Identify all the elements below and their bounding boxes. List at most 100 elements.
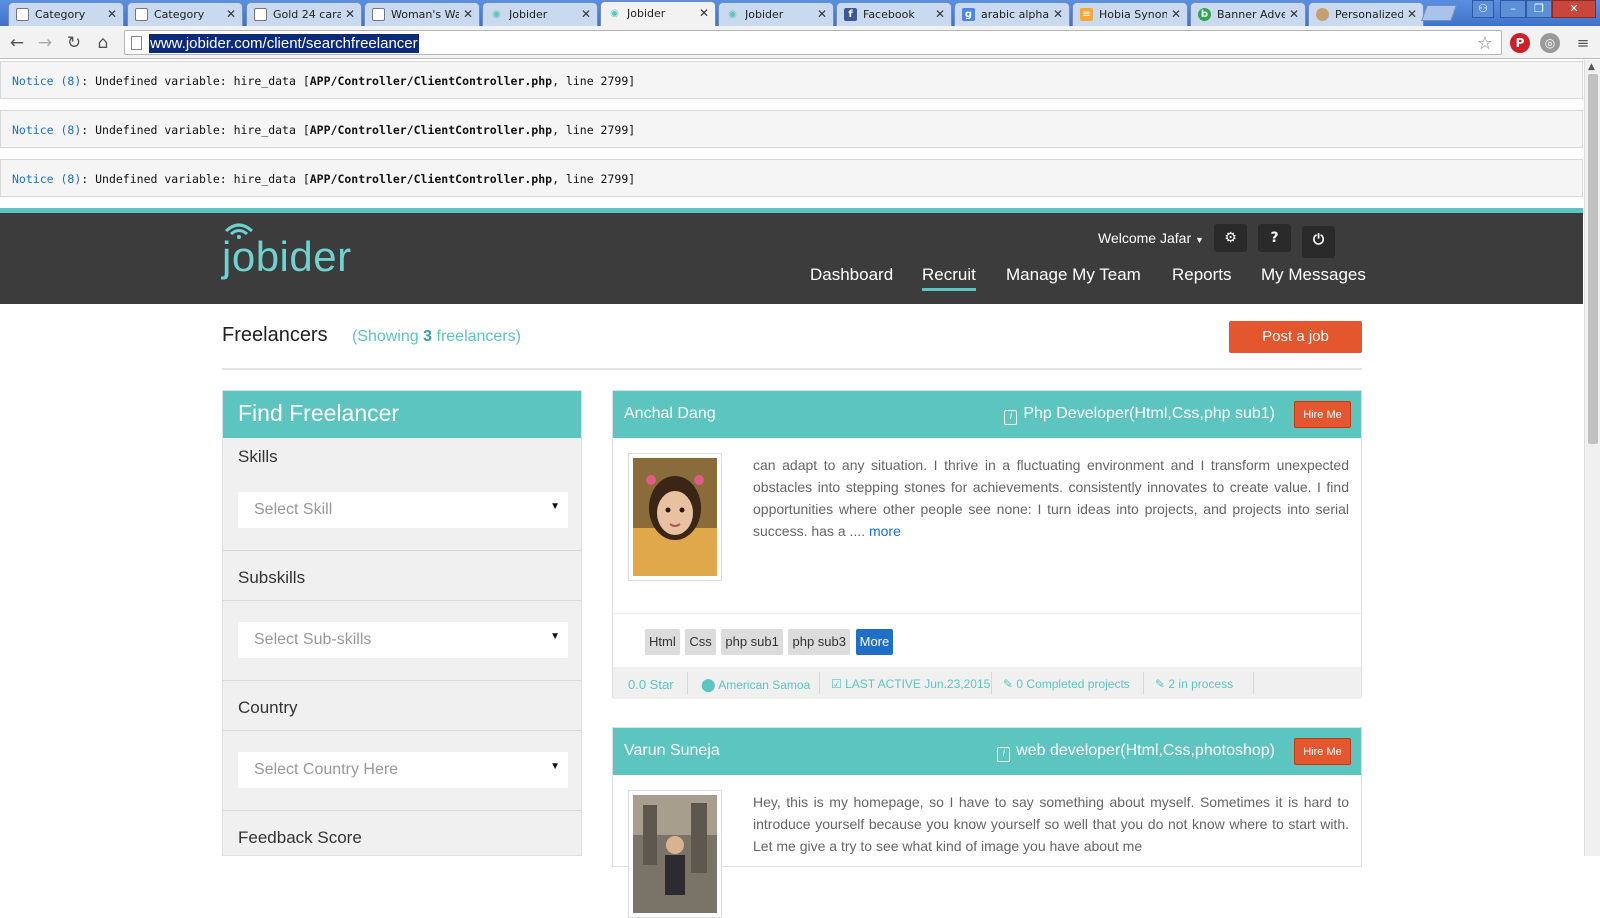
close-icon[interactable]: ✕ [1407,7,1417,21]
help-button[interactable]: ? [1258,224,1291,252]
skill-tag[interactable]: Html [645,629,680,655]
notice-file: APP/Controller/ClientController.php [309,123,553,137]
scroll-up-arrow-icon[interactable]: ▲ [1588,62,1595,72]
location: ⬤ American Samoa [701,677,810,693]
close-icon[interactable]: ✕ [226,7,236,21]
scrollbar-thumb[interactable] [1588,74,1598,444]
caret-down-icon: ▼ [550,631,560,642]
notice-type: Notice [12,123,54,137]
page-icon [16,8,29,21]
tab-label: Category [154,8,205,21]
freelancer-bio: Hey, this is my homepage, so I have to s… [753,791,1349,857]
restore-button[interactable]: ❐ [1526,0,1552,18]
browser-tab[interactable]: b Banner Adver ✕ [1190,2,1306,26]
completed-projects: ✎ 0 Completed projects [1003,677,1130,691]
browser-tab[interactable]: Category ✕ [8,2,124,26]
tab-label: Hobia Synony [1099,8,1167,21]
hire-me-button[interactable]: Hire Me [1294,738,1351,765]
close-icon[interactable]: ✕ [463,7,473,21]
browser-tab-strip: Category ✕ Category ✕ Gold 24 carat ✕ Wo… [0,0,1600,26]
skill-tag[interactable]: php sub3 [788,629,850,655]
browser-tab[interactable]: f Facebook ✕ [836,2,952,26]
results-count-number: 3 [423,328,433,345]
subskills-label: Subskills [238,568,306,587]
reload-icon[interactable]: ↻ [63,32,85,54]
google-icon: g [962,8,975,21]
user-profile-button[interactable]: ⚇ [1472,0,1494,18]
browser-tab[interactable]: Gold 24 carat ✕ [246,2,362,26]
back-arrow-icon[interactable]: ← [6,32,28,54]
nav-reports[interactable]: Reports [1172,265,1232,285]
completed-projects-text: 0 Completed projects [1016,677,1130,691]
subskill-select[interactable]: Select Sub-skills ▼ [238,622,568,658]
browser-tab[interactable]: Woman's Wa ✕ [364,2,480,26]
close-icon[interactable]: ✕ [1053,7,1063,21]
freelancer-name[interactable]: Anchal Dang [624,405,716,423]
wifi-icon: ◉ [492,9,501,20]
power-icon[interactable]: ⏻ [1302,226,1335,258]
hire-me-button[interactable]: Hire Me [1294,401,1351,428]
close-icon[interactable]: ✕ [699,6,709,20]
wifi-logo-icon [224,223,254,239]
notice-file: APP/Controller/ClientController.php [309,74,553,88]
nav-my-messages[interactable]: My Messages [1261,265,1366,285]
address-bar-url[interactable]: www.jobider.com/client/searchfreelancer [149,34,419,53]
home-icon[interactable]: ⌂ [92,32,114,54]
skill-select-value: Select Skill [254,501,333,518]
new-tab-button[interactable] [1421,5,1457,21]
pinterest-icon[interactable]: P [1510,33,1530,53]
menu-icon[interactable]: ≡ [1572,32,1594,54]
bio-more-link[interactable]: more [869,523,901,539]
close-icon[interactable]: ✕ [107,7,117,21]
close-window-button[interactable]: ✕ [1552,0,1596,18]
skill-tag[interactable]: php sub1 [721,629,783,655]
close-icon[interactable]: ✕ [935,7,945,21]
browser-tab[interactable]: ◉ Jobider ✕ [482,2,598,26]
close-icon[interactable]: ✕ [1171,7,1181,21]
tab-label: Jobider [745,8,784,21]
forward-arrow-icon[interactable]: → [34,32,56,54]
bookmark-star-icon[interactable]: ☆ [1477,33,1493,54]
thesaurus-icon: ≡ [1080,8,1093,21]
results-count: (Showing 3 freelancers) [352,328,521,346]
extension-icon[interactable]: ◎ [1540,33,1560,53]
php-notice: Notice (8): Undefined variable: hire_dat… [0,110,1583,148]
jobider-logo[interactable]: jobider [222,223,352,281]
country-select[interactable]: Select Country Here ▼ [238,752,568,788]
browser-tab-active[interactable]: ◉ Jobider ✕ [600,1,716,26]
last-active: ☑ LAST ACTIVE Jun.23,2015 [831,677,990,691]
tab-label: Banner Adver [1217,8,1285,21]
minimize-button[interactable]: – [1500,0,1526,18]
profile-photo-image [633,458,717,576]
gear-icon[interactable]: ⚙ [1214,224,1247,252]
skill-select[interactable]: Select Skill ▼ [238,492,568,528]
more-skills-button[interactable]: More [855,629,894,655]
browser-tab[interactable]: Category ✕ [127,2,243,26]
post-a-job-button[interactable]: Post a job [1229,321,1362,353]
close-icon[interactable]: ✕ [817,7,827,21]
notice-code: (8) [60,172,82,186]
close-icon[interactable]: ✕ [1289,7,1299,21]
browser-tab[interactable]: ◉ Jobider ✕ [718,2,834,26]
map-pin-icon: ⬤ [701,677,716,692]
freelancer-name[interactable]: Varun Suneja [624,742,720,760]
browser-tab[interactable]: ≡ Hobia Synony ✕ [1072,2,1188,26]
close-icon[interactable]: ✕ [581,7,591,21]
welcome-dropdown[interactable]: Welcome Jafar ▼ [1098,230,1204,246]
nav-manage-my-team[interactable]: Manage My Team [1006,265,1141,285]
freelancer-photo[interactable] [628,453,722,581]
page-scrollbar[interactable]: ▲ [1584,60,1600,856]
browser-tab[interactable]: Personalized ✕ [1308,2,1424,26]
nav-dashboard[interactable]: Dashboard [810,265,893,285]
freelancer-card: Anchal Dang i Php Developer(Html,Css,php … [612,390,1362,699]
freelancer-photo[interactable] [628,790,722,918]
freelancer-bio: can adapt to any situation. I thrive in … [753,454,1349,542]
skill-tag[interactable]: Css [685,629,716,655]
address-bar[interactable]: www.jobider.com/client/searchfreelancer … [124,30,1502,55]
nav-recruit[interactable]: Recruit [922,265,976,291]
skills-label: Skills [238,447,278,466]
close-icon[interactable]: ✕ [345,7,355,21]
divider [687,672,688,694]
browser-tab[interactable]: g arabic alphab ✕ [954,2,1070,26]
notice-code: (8) [60,74,82,88]
